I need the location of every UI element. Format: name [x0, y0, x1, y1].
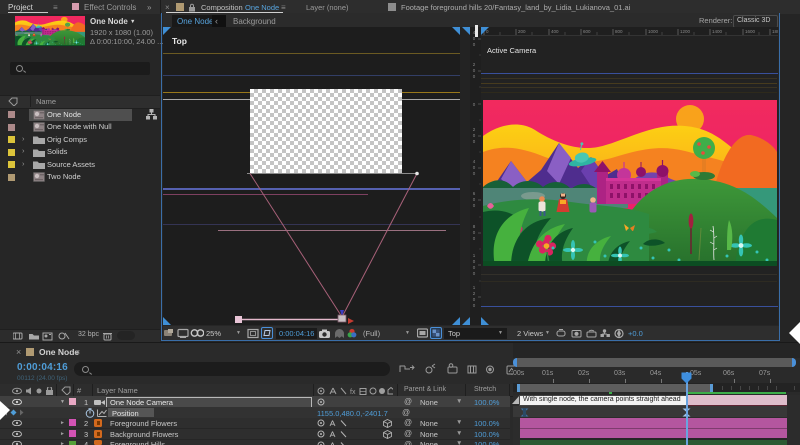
- svg-text:8: 8: [473, 224, 476, 229]
- svg-text:0: 0: [473, 265, 476, 270]
- svg-text:0: 0: [473, 230, 476, 235]
- svg-text:4: 4: [473, 159, 476, 164]
- svg-text:0: 0: [473, 165, 476, 170]
- svg-text:0: 0: [473, 139, 476, 144]
- svg-text:0: 0: [473, 42, 476, 47]
- svg-text:0: 0: [473, 236, 476, 241]
- svg-text:0: 0: [473, 303, 476, 308]
- svg-text:2: 2: [473, 62, 476, 67]
- svg-text:0: 0: [473, 203, 476, 208]
- svg-text:0: 0: [473, 297, 476, 302]
- svg-text:1: 1: [473, 285, 476, 290]
- svg-text:2: 2: [473, 127, 476, 132]
- svg-text:0: 0: [473, 271, 476, 276]
- svg-text:0: 0: [473, 74, 476, 79]
- svg-text:6: 6: [473, 191, 476, 196]
- svg-text:0: 0: [473, 259, 476, 264]
- svg-text:2: 2: [473, 291, 476, 296]
- svg-text:0: 0: [473, 68, 476, 73]
- svg-text:1: 1: [473, 253, 476, 258]
- svg-text:0: 0: [473, 133, 476, 138]
- svg-text:0: 0: [473, 197, 476, 202]
- svg-text:fx: fx: [350, 389, 356, 396]
- svg-text:0: 0: [473, 171, 476, 176]
- svg-text:0: 0: [473, 102, 476, 107]
